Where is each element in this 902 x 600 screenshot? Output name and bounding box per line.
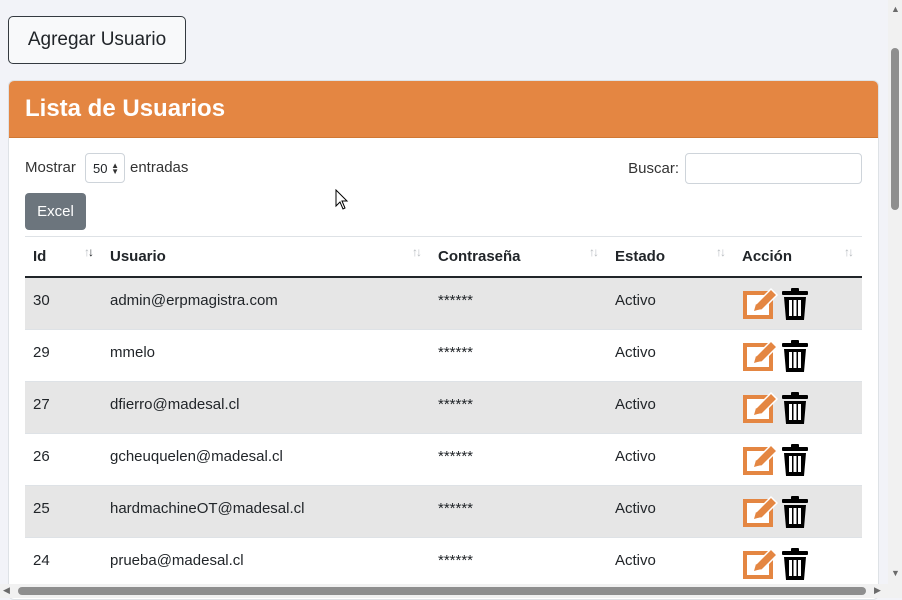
sort-icon: ↑↓: [844, 245, 854, 259]
cell-usuario: gcheuquelen@madesal.cl: [102, 433, 430, 486]
cell-usuario: mmelo: [102, 329, 430, 382]
cell-id: 30: [25, 277, 102, 330]
add-user-button[interactable]: Agregar Usuario: [8, 16, 186, 64]
cell-accion: [734, 381, 862, 434]
cell-estado: Activo: [607, 433, 734, 486]
cell-estado: Activo: [607, 537, 734, 590]
table-row: 30 admin@erpmagistra.com ****** Activo: [25, 277, 862, 330]
scroll-left-icon[interactable]: ◀: [3, 585, 10, 596]
horizontal-scrollbar[interactable]: ◀ ▶: [0, 584, 902, 598]
cell-accion: [734, 433, 862, 486]
column-header-contrasena[interactable]: Contraseña ↑↓: [430, 237, 607, 278]
table-row: 25 hardmachineOT@madesal.cl ****** Activo: [25, 485, 862, 538]
trash-icon[interactable]: [780, 287, 810, 325]
column-header-usuario[interactable]: Usuario ↑↓: [102, 237, 430, 278]
trash-icon[interactable]: [780, 547, 810, 585]
show-label: Mostrar: [25, 159, 76, 176]
edit-icon[interactable]: [742, 287, 780, 325]
cell-contrasena: ******: [430, 329, 607, 382]
vertical-scroll-thumb[interactable]: [891, 48, 899, 210]
trash-icon[interactable]: [780, 391, 810, 429]
table-header-row: Id ↑↓ Usuario ↑↓ Contraseña ↑↓ Estado ↑↓ Acc…: [25, 237, 862, 278]
cell-id: 25: [25, 485, 102, 538]
entries-label: entradas: [130, 159, 189, 176]
cell-contrasena: ******: [430, 277, 607, 330]
scroll-up-icon[interactable]: ▲: [891, 4, 900, 14]
page-size-value: 50: [93, 160, 108, 176]
cell-usuario: hardmachineOT@madesal.cl: [102, 485, 430, 538]
column-header-estado[interactable]: Estado ↑↓: [607, 237, 734, 278]
trash-icon[interactable]: [780, 339, 810, 377]
table-row: 29 mmelo ****** Activo: [25, 329, 862, 382]
cell-contrasena: ******: [430, 485, 607, 538]
table-row: 26 gcheuquelen@madesal.cl ****** Activo: [25, 433, 862, 486]
cell-id: 27: [25, 381, 102, 434]
cell-contrasena: ******: [430, 381, 607, 434]
cell-accion: [734, 537, 862, 590]
users-table: Id ↑↓ Usuario ↑↓ Contraseña ↑↓ Estado ↑↓ Acc…: [25, 237, 862, 590]
edit-icon[interactable]: [742, 547, 780, 585]
cell-accion: [734, 277, 862, 330]
cell-id: 26: [25, 433, 102, 486]
cell-accion: [734, 485, 862, 538]
cell-usuario: admin@erpmagistra.com: [102, 277, 430, 330]
sort-icon: ↑↓: [84, 245, 94, 259]
column-header-accion[interactable]: Acción ↑↓: [734, 237, 862, 278]
users-card: Lista de Usuarios Mostrar 50 ▲ ▼ entradas…: [8, 80, 879, 600]
cell-id: 29: [25, 329, 102, 382]
cell-estado: Activo: [607, 277, 734, 330]
search-input[interactable]: [685, 153, 862, 184]
cell-estado: Activo: [607, 485, 734, 538]
cell-usuario: prueba@madesal.cl: [102, 537, 430, 590]
edit-icon[interactable]: [742, 495, 780, 533]
table-row: 24 prueba@madesal.cl ****** Activo: [25, 537, 862, 590]
vertical-scrollbar[interactable]: ▲ ▼: [888, 0, 902, 584]
cell-usuario: dfierro@madesal.cl: [102, 381, 430, 434]
sort-icon: ↑↓: [589, 245, 599, 259]
table-row: 27 dfierro@madesal.cl ****** Activo: [25, 381, 862, 434]
sort-icon: ↑↓: [716, 245, 726, 259]
cell-estado: Activo: [607, 381, 734, 434]
search-label: Buscar:: [628, 160, 679, 177]
scroll-right-icon[interactable]: ▶: [874, 585, 881, 596]
horizontal-scroll-thumb[interactable]: [18, 587, 866, 595]
cell-contrasena: ******: [430, 433, 607, 486]
column-header-id[interactable]: Id ↑↓: [25, 237, 102, 278]
card-title: Lista de Usuarios: [9, 81, 878, 138]
cell-id: 24: [25, 537, 102, 590]
excel-export-button[interactable]: Excel: [25, 193, 86, 230]
table-controls: Mostrar 50 ▲ ▼ entradas Buscar:: [25, 153, 862, 185]
edit-icon[interactable]: [742, 443, 780, 481]
mouse-cursor-icon: [335, 189, 349, 210]
cell-contrasena: ******: [430, 537, 607, 590]
select-arrows-icon: ▲ ▼: [111, 161, 119, 176]
trash-icon[interactable]: [780, 495, 810, 533]
cell-accion: [734, 329, 862, 382]
trash-icon[interactable]: [780, 443, 810, 481]
edit-icon[interactable]: [742, 391, 780, 429]
edit-icon[interactable]: [742, 339, 780, 377]
scroll-down-icon[interactable]: ▼: [891, 568, 900, 578]
users-table-wrapper: Id ↑↓ Usuario ↑↓ Contraseña ↑↓ Estado ↑↓ Acc…: [25, 236, 862, 590]
cell-estado: Activo: [607, 329, 734, 382]
sort-icon: ↑↓: [412, 245, 422, 259]
page-size-select[interactable]: 50 ▲ ▼: [85, 153, 125, 183]
